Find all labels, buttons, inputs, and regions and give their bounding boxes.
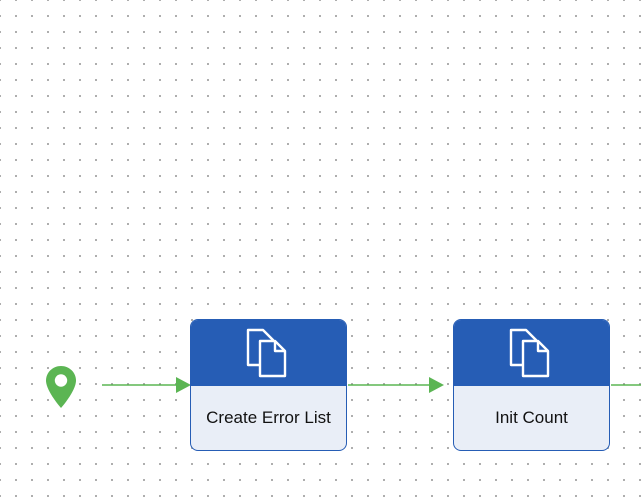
node-header	[191, 320, 346, 386]
map-pin-icon[interactable]	[45, 365, 77, 409]
node-label: Init Count	[495, 408, 568, 427]
node-create-error-list[interactable]: Create Error List	[190, 319, 347, 451]
connector-create-to-init	[348, 377, 444, 393]
node-label: Create Error List	[206, 408, 331, 427]
node-init-count[interactable]: Init Count	[453, 319, 610, 451]
connector-start-to-create	[102, 377, 191, 393]
copy-documents-icon	[509, 328, 549, 378]
copy-documents-icon	[246, 328, 286, 378]
node-header	[454, 320, 609, 386]
workflow-canvas[interactable]: Create Error List Init Count	[0, 0, 641, 500]
